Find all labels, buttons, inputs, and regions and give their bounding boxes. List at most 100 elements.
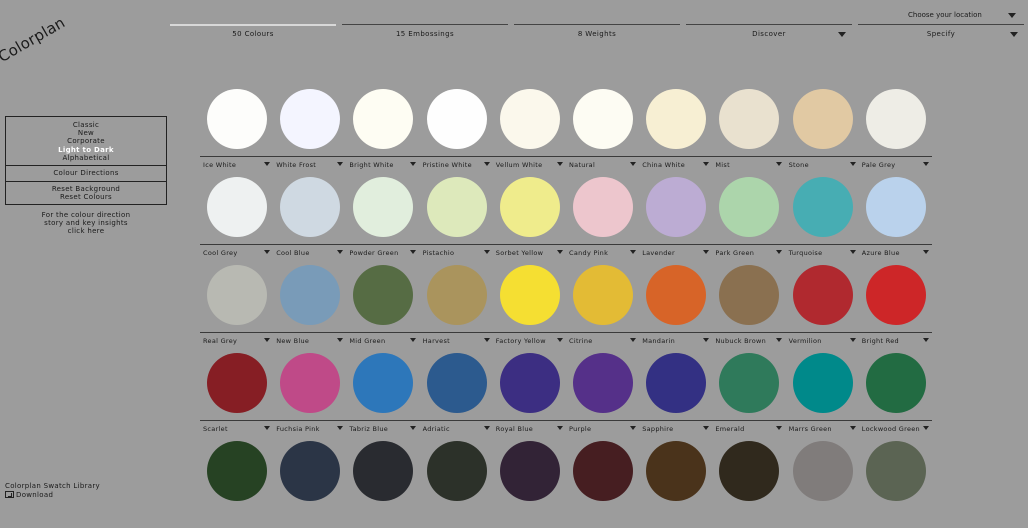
swatch-circle[interactable] [207,441,267,501]
swatch-circle[interactable] [573,265,633,325]
swatch-circle[interactable] [646,177,707,237]
swatch-circle[interactable] [792,441,853,501]
sort-option-light-to-dark[interactable]: Light to Dark [6,146,166,154]
swatch-label[interactable]: Vellum White [496,161,563,169]
swatch-label[interactable]: Sorbet Yellow [496,249,563,257]
swatch-circle[interactable] [280,441,341,501]
swatch-circle[interactable] [865,177,926,237]
swatch-circle[interactable] [792,177,853,237]
swatch-circle[interactable] [426,353,487,413]
swatch-label[interactable]: Marrs Green [789,425,856,433]
sort-option-corporate[interactable]: Corporate [6,137,166,145]
swatch-circle[interactable] [719,353,780,413]
swatch-label[interactable]: Real Grey [203,337,270,345]
swatch-label[interactable]: Park Green [715,249,783,257]
swatch-label[interactable]: Natural [569,161,636,169]
swatch-circle[interactable] [353,353,414,413]
swatch-label[interactable]: Vermilion [789,337,856,345]
swatch-label[interactable]: Factory Yellow [496,337,563,345]
swatch-circle[interactable] [280,265,341,325]
tab-discover[interactable]: Discover [686,24,852,42]
swatch-circle[interactable] [792,89,853,149]
swatch-circle[interactable] [499,353,560,413]
swatch-label[interactable]: Powder Green [349,249,417,257]
tab-specify[interactable]: Specify [858,24,1024,42]
tab-8-weights[interactable]: 8 Weights [514,24,680,42]
swatch-label[interactable]: Lockwood Green [862,425,929,433]
tab-50-colours[interactable]: 50 Colours [170,24,336,42]
swatch-circle[interactable] [353,265,414,325]
swatch-label[interactable]: Fuchsia Pink [276,425,344,433]
swatch-circle[interactable] [719,177,780,237]
swatch-circle[interactable] [353,89,414,149]
sort-option-classic[interactable]: Classic [6,121,166,129]
swatch-circle[interactable] [280,353,341,413]
sort-option-alphabetical[interactable]: Alphabetical [6,154,166,162]
colour-direction-story-link[interactable]: For the colour direction story and key i… [5,211,167,236]
swatch-circle[interactable] [719,265,780,325]
swatch-circle[interactable] [719,441,780,501]
swatch-label[interactable]: Bright White [349,161,417,169]
swatch-circle[interactable] [426,177,487,237]
swatch-circle[interactable] [573,441,633,501]
swatch-circle[interactable] [280,177,341,237]
swatch-label[interactable]: Sapphire [642,425,710,433]
swatch-circle[interactable] [865,353,926,413]
swatch-circle[interactable] [573,353,633,413]
swatch-label[interactable]: Cool Grey [203,249,270,257]
swatch-label[interactable]: Ice White [203,161,270,169]
swatch-circle[interactable] [646,89,707,149]
swatch-label[interactable]: Stone [789,161,856,169]
swatch-circle[interactable] [207,353,267,413]
swatch-label[interactable]: China White [642,161,710,169]
swatch-circle[interactable] [499,265,560,325]
swatch-circle[interactable] [646,265,707,325]
swatch-circle[interactable] [426,441,487,501]
swatch-label[interactable]: Mist [715,161,783,169]
swatch-circle[interactable] [207,89,267,149]
swatch-label[interactable]: White Frost [276,161,344,169]
swatch-label[interactable]: Pale Grey [862,161,929,169]
colour-directions-button[interactable]: Colour Directions [5,166,167,183]
swatch-circle[interactable] [207,265,267,325]
swatch-circle[interactable] [573,89,633,149]
swatch-label[interactable]: Turquoise [789,249,856,257]
swatch-circle[interactable] [499,441,560,501]
swatch-circle[interactable] [426,265,487,325]
reset-colours-button[interactable]: Reset Colours [6,193,166,201]
swatch-circle[interactable] [792,265,853,325]
swatch-circle[interactable] [865,89,926,149]
swatch-label[interactable]: Mid Green [349,337,417,345]
swatch-label[interactable]: Bright Red [862,337,929,345]
swatch-label[interactable]: Purple [569,425,636,433]
colorplan-logo[interactable]: Colorplan [0,13,68,66]
sort-option-new[interactable]: New [6,129,166,137]
swatch-label[interactable]: Pristine White [423,161,490,169]
swatch-circle[interactable] [573,177,633,237]
swatch-label[interactable]: Royal Blue [496,425,563,433]
swatch-circle[interactable] [792,353,853,413]
swatch-circle[interactable] [280,89,341,149]
swatch-label[interactable]: Cool Blue [276,249,344,257]
swatch-label[interactable]: Emerald [715,425,783,433]
swatch-circle[interactable] [719,89,780,149]
swatch-label[interactable]: Azure Blue [862,249,929,257]
swatch-circle[interactable] [865,265,926,325]
swatch-circle[interactable] [499,177,560,237]
swatch-circle[interactable] [646,441,707,501]
swatch-label[interactable]: Nubuck Brown [715,337,783,345]
swatch-label[interactable]: Harvest [423,337,490,345]
swatch-circle[interactable] [353,441,414,501]
swatch-circle[interactable] [865,441,926,501]
location-selector[interactable]: Choose your location [860,8,1028,22]
swatch-circle[interactable] [207,177,267,237]
swatch-circle[interactable] [353,177,414,237]
swatch-label[interactable]: Mandarin [642,337,710,345]
swatch-label[interactable]: Citrine [569,337,636,345]
download-link[interactable]: Download [5,491,100,500]
reset-background-button[interactable]: Reset Background [6,185,166,193]
swatch-label[interactable]: Lavender [642,249,710,257]
swatch-circle[interactable] [426,89,487,149]
swatch-circle[interactable] [646,353,707,413]
swatch-label[interactable]: Tabriz Blue [349,425,417,433]
